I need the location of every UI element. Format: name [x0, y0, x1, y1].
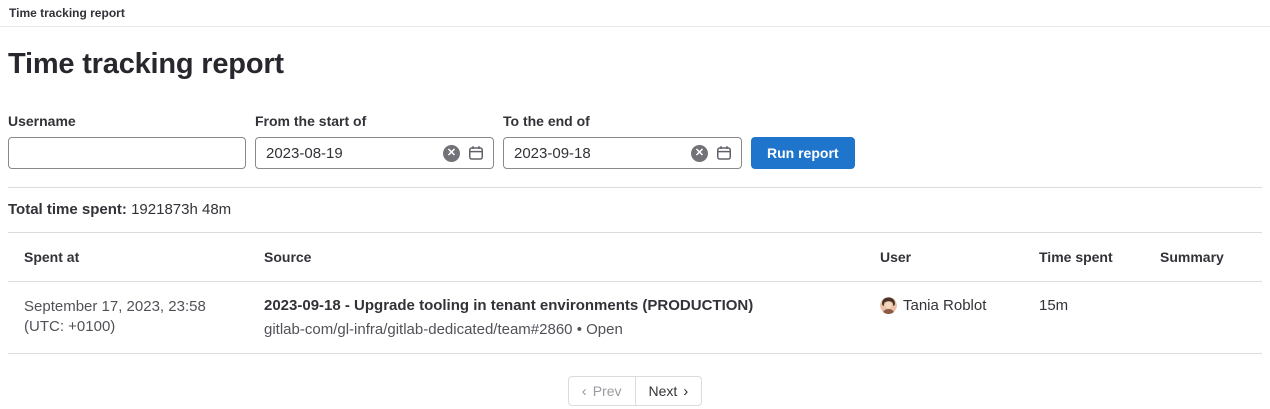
report-filter-form: Username From the start of ✕ To the	[8, 113, 1262, 169]
user-name: Tania Roblot	[903, 297, 986, 314]
table-row: September 17, 2023, 23:58 (UTC: +0100) 2…	[8, 282, 1262, 354]
to-date-label: To the end of	[503, 113, 742, 129]
user-cell: Tania Roblot	[864, 282, 1023, 354]
source-status: Open	[586, 321, 623, 338]
clear-icon[interactable]: ✕	[443, 145, 460, 162]
total-time-spent-value: 1921873h 48m	[131, 201, 231, 218]
bullet-separator: •	[577, 321, 582, 338]
page-title: Time tracking report	[8, 47, 1262, 81]
spent-at-date: September 17, 2023, 23:58	[24, 297, 232, 317]
next-page-label: Next	[649, 383, 678, 399]
column-header-summary: Summary	[1144, 233, 1262, 282]
total-time-spent-label: Total time spent:	[8, 201, 127, 218]
to-date-group: To the end of ✕	[503, 113, 742, 169]
breadcrumb-item-time-tracking-report[interactable]: Time tracking report	[9, 6, 125, 20]
to-date-field[interactable]: ✕	[503, 137, 742, 169]
column-header-user: User	[864, 233, 1023, 282]
time-tracking-table: Spent at Source User Time spent Summary …	[8, 232, 1262, 354]
spent-at-timezone: (UTC: +0100)	[24, 317, 232, 337]
breadcrumb: Time tracking report	[0, 0, 1270, 27]
table-header-row: Spent at Source User Time spent Summary	[8, 233, 1262, 282]
total-time-spent: Total time spent: 1921873h 48m	[8, 188, 1262, 232]
from-date-input[interactable]	[266, 145, 435, 162]
pagination: ‹ Prev Next ›	[8, 376, 1262, 406]
chevron-left-icon: ‹	[582, 384, 587, 399]
source-reference: gitlab-com/gl-infra/gitlab-dedicated/tea…	[264, 321, 573, 338]
calendar-icon[interactable]	[468, 145, 484, 161]
source-cell: 2023-09-18 - Upgrade tooling in tenant e…	[248, 282, 864, 354]
source-reference-line: gitlab-com/gl-infra/gitlab-dedicated/tea…	[264, 320, 848, 340]
summary-cell	[1144, 282, 1262, 354]
prev-page-label: Prev	[593, 383, 622, 399]
from-date-label: From the start of	[255, 113, 494, 129]
to-date-input[interactable]	[514, 145, 683, 162]
column-header-time-spent: Time spent	[1023, 233, 1144, 282]
avatar	[880, 297, 897, 314]
prev-page-button[interactable]: ‹ Prev	[568, 376, 636, 406]
clear-icon[interactable]: ✕	[691, 145, 708, 162]
username-input[interactable]	[8, 137, 246, 169]
chevron-right-icon: ›	[683, 384, 688, 399]
from-date-field[interactable]: ✕	[255, 137, 494, 169]
column-header-source: Source	[248, 233, 864, 282]
time-spent-cell: 15m	[1023, 282, 1144, 354]
column-header-spent-at: Spent at	[8, 233, 248, 282]
username-group: Username	[8, 113, 246, 169]
next-page-button[interactable]: Next ›	[635, 376, 703, 406]
calendar-icon[interactable]	[716, 145, 732, 161]
main-content: Time tracking report Username From the s…	[0, 47, 1270, 406]
source-issue-link[interactable]: 2023-09-18 - Upgrade tooling in tenant e…	[264, 297, 753, 316]
username-label: Username	[8, 113, 246, 129]
run-report-button[interactable]: Run report	[751, 137, 855, 169]
spent-at-cell: September 17, 2023, 23:58 (UTC: +0100)	[8, 282, 248, 354]
from-date-group: From the start of ✕	[255, 113, 494, 169]
